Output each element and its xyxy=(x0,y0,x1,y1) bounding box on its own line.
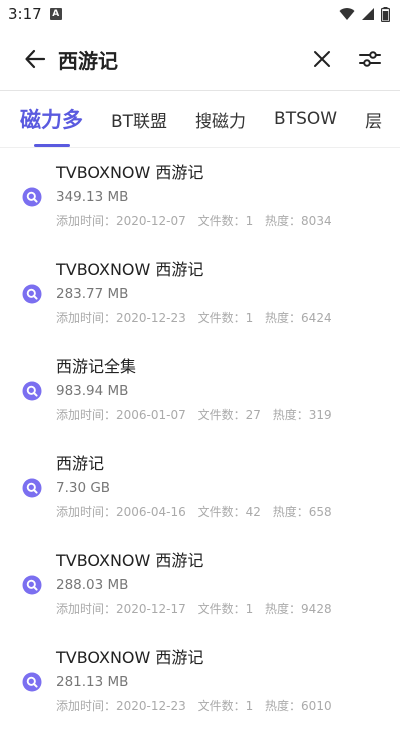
status-left: 3:17 A xyxy=(8,5,62,23)
result-meta: 添加时间：2020-12-17 文件数：1 热度：9428 xyxy=(56,599,340,619)
result-size: 281.13 MB xyxy=(56,674,129,690)
result-files: 文件数：1 xyxy=(197,214,254,228)
result-files: 文件数：27 xyxy=(197,408,261,422)
result-size: 983.94 MB xyxy=(56,383,129,399)
tab-soucili[interactable]: 搜磁力 xyxy=(181,91,260,147)
arrow-left-icon xyxy=(25,49,46,69)
result-size: 7.30 GB xyxy=(56,480,111,496)
result-files: 文件数：1 xyxy=(197,602,254,616)
result-size: 288.03 MB xyxy=(56,577,129,593)
result-meta: 添加时间：2020-12-23 文件数：1 热度：6010 xyxy=(56,696,340,716)
result-files: 文件数：1 xyxy=(197,699,254,713)
result-title: 西游记 xyxy=(56,454,105,473)
result-heat: 热度：6424 xyxy=(265,311,332,325)
signal-icon xyxy=(362,8,374,20)
list-item[interactable]: TVBOXNOW 西游记 349.13 MB 添加时间：2020-12-07 文… xyxy=(0,148,400,245)
list-item-body: 西游记全集 983.94 MB 添加时间：2006-01-07 文件数：27 热… xyxy=(56,356,340,425)
clear-button[interactable] xyxy=(306,43,338,75)
list-item[interactable]: 西游记全集 983.94 MB 添加时间：2006-01-07 文件数：27 热… xyxy=(0,342,400,439)
result-files: 文件数：42 xyxy=(197,505,261,519)
result-title: TVBOXNOW 西游记 xyxy=(56,551,204,570)
result-meta: 添加时间：2020-12-23 文件数：1 热度：6424 xyxy=(56,308,340,328)
tab-btlianmeng[interactable]: BT联盟 xyxy=(97,91,181,147)
result-files: 文件数：1 xyxy=(197,311,254,325)
result-size: 283.77 MB xyxy=(56,286,129,302)
result-title: TVBOXNOW 西游记 xyxy=(56,163,204,182)
search-input[interactable]: 西游记 xyxy=(58,45,290,74)
list-item-body: TVBOXNOW 西游记 349.13 MB 添加时间：2020-12-07 文… xyxy=(56,162,340,231)
filter-button[interactable] xyxy=(354,43,386,75)
magnet-search-icon xyxy=(22,187,42,207)
magnet-search-icon xyxy=(22,575,42,595)
result-added: 添加时间：2020-12-23 xyxy=(56,311,186,325)
magnet-search-icon xyxy=(22,478,42,498)
result-added: 添加时间：2020-12-07 xyxy=(56,214,186,228)
result-title: 西游记全集 xyxy=(56,357,137,376)
status-right xyxy=(339,6,390,22)
result-title: TVBOXNOW 西游记 xyxy=(56,648,204,667)
battery-icon xyxy=(381,6,390,22)
close-icon xyxy=(314,51,330,67)
result-meta: 添加时间：2020-12-07 文件数：1 热度：8034 xyxy=(56,211,340,231)
result-heat: 热度：9428 xyxy=(265,602,332,616)
result-heat: 热度：8034 xyxy=(265,214,332,228)
list-item[interactable]: TVBOXNOW 西游记 288.03 MB 添加时间：2020-12-17 文… xyxy=(0,536,400,633)
list-item[interactable]: TVBOXNOW 西游记 283.77 MB 添加时间：2020-12-23 文… xyxy=(0,245,400,342)
back-button[interactable] xyxy=(20,44,50,74)
result-size: 349.13 MB xyxy=(56,189,129,205)
status-bar: 3:17 A xyxy=(0,0,400,28)
result-added: 添加时间：2006-01-07 xyxy=(56,408,186,422)
result-heat: 热度：6010 xyxy=(265,699,332,713)
list-item[interactable]: 西游记 7.30 GB 添加时间：2006-04-16 文件数：42 热度：65… xyxy=(0,439,400,536)
result-added: 添加时间：2020-12-23 xyxy=(56,699,186,713)
list-item-body: TVBOXNOW 西游记 288.03 MB 添加时间：2020-12-17 文… xyxy=(56,550,340,619)
list-item-body: TVBOXNOW 西游记 281.13 MB 添加时间：2020-12-23 文… xyxy=(56,647,340,716)
tab-btsow[interactable]: BTSOW xyxy=(260,91,351,147)
list-item-body: 西游记 7.30 GB 添加时间：2006-04-16 文件数：42 热度：65… xyxy=(56,453,340,522)
result-meta: 添加时间：2006-04-16 文件数：42 热度：658 xyxy=(56,502,340,522)
notification-icon: A xyxy=(49,8,62,20)
result-heat: 热度：319 xyxy=(272,408,332,422)
status-time: 3:17 xyxy=(8,5,42,23)
tab-ciliduo[interactable]: 磁力多 xyxy=(20,91,97,147)
result-title: TVBOXNOW 西游记 xyxy=(56,260,204,279)
result-list: TVBOXNOW 西游记 349.13 MB 添加时间：2020-12-07 文… xyxy=(0,148,400,730)
result-heat: 热度：658 xyxy=(272,505,332,519)
list-item-body: TVBOXNOW 西游记 283.77 MB 添加时间：2020-12-23 文… xyxy=(56,259,340,328)
list-item[interactable]: TVBOXNOW 西游记 281.13 MB 添加时间：2020-12-23 文… xyxy=(0,633,400,730)
source-tabs: 磁力多 BT联盟 搜磁力 BTSOW 层 xyxy=(0,91,400,148)
magnet-search-icon xyxy=(22,672,42,692)
wifi-icon xyxy=(339,8,355,20)
magnet-search-icon xyxy=(22,381,42,401)
result-added: 添加时间：2006-04-16 xyxy=(56,505,186,519)
result-meta: 添加时间：2006-01-07 文件数：27 热度：319 xyxy=(56,405,340,425)
sliders-icon xyxy=(359,51,381,67)
magnet-search-icon xyxy=(22,284,42,304)
search-bar: 西游记 xyxy=(0,28,400,91)
result-added: 添加时间：2020-12-17 xyxy=(56,602,186,616)
tab-partial[interactable]: 层 xyxy=(351,91,396,147)
